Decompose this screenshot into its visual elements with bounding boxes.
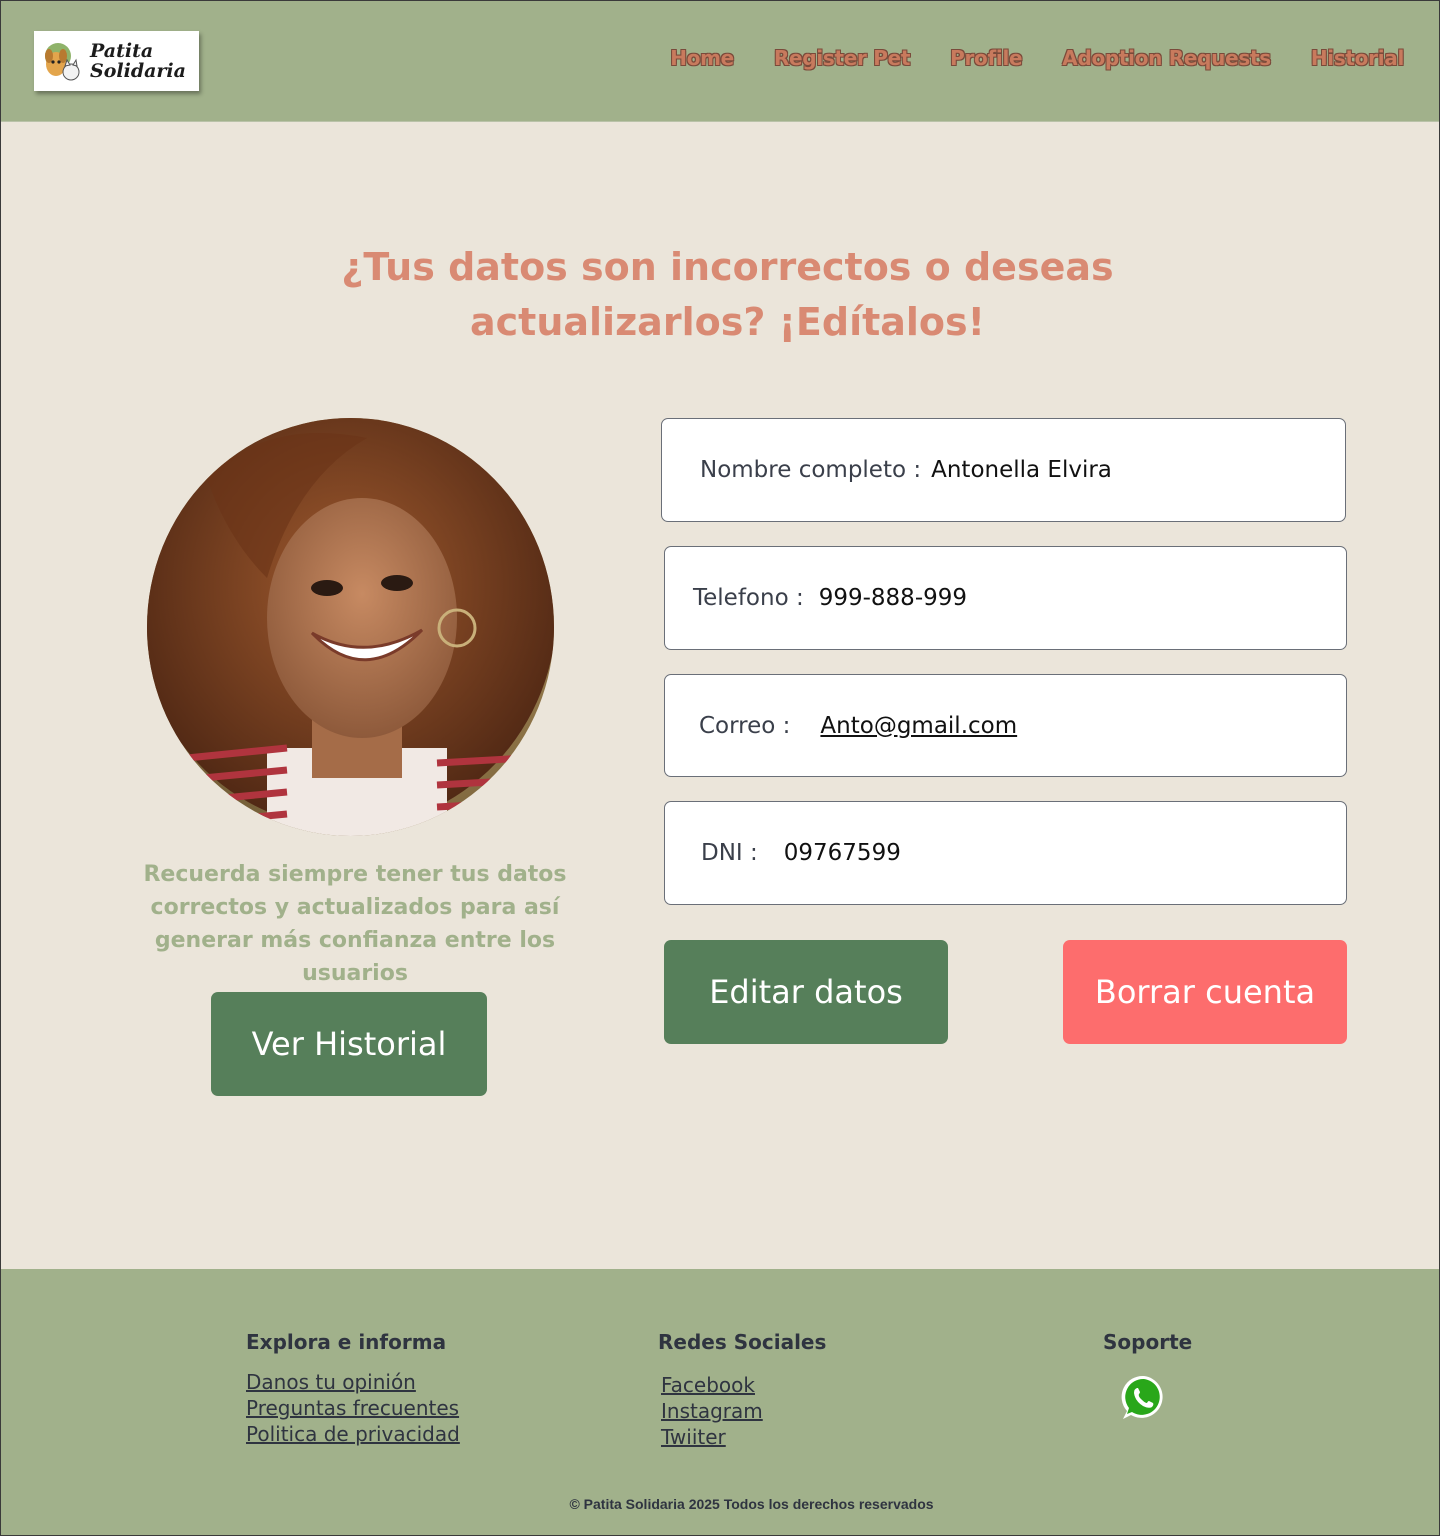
pets-logo-icon <box>45 43 80 81</box>
nav-register-pet[interactable]: Register Pet <box>774 46 910 70</box>
footer-link-instagram[interactable]: Instagram <box>661 1398 826 1424</box>
nav-historial[interactable]: Historial <box>1311 46 1404 70</box>
edit-data-button[interactable]: Editar datos <box>664 940 948 1044</box>
logo-line-2: Solidaria <box>90 60 186 82</box>
reminder-text: Recuerda siempre tener tus datos correct… <box>143 862 567 986</box>
phone-field[interactable]: Telefono : 999-888-999 <box>664 546 1347 650</box>
phone-value[interactable]: 999-888-999 <box>819 585 967 611</box>
footer-explore: Explora e informa Danos tu opinión Pregu… <box>246 1330 460 1447</box>
copyright: © Patita Solidaria 2025 Todos los derech… <box>569 1496 934 1512</box>
dni-label: DNI : <box>701 840 758 866</box>
main-nav: Home Register Pet Profile Adoption Reque… <box>670 46 1404 70</box>
phone-label: Telefono : <box>693 585 804 611</box>
delete-account-button[interactable]: Borrar cuenta <box>1063 940 1347 1044</box>
top-header: Patita Solidaria Home Register Pet Profi… <box>0 0 1440 122</box>
logo-line-1: Patita <box>90 40 154 62</box>
page-title: ¿Tus datos son incorrectos o deseas actu… <box>341 245 1114 344</box>
name-label: Nombre completo : <box>700 457 922 483</box>
name-value[interactable]: Antonella Elvira <box>931 457 1112 483</box>
email-field[interactable]: Correo : Anto@gmail.com <box>664 674 1347 777</box>
whatsapp-icon[interactable] <box>1119 1373 1169 1423</box>
footer-support-title: Soporte <box>1103 1330 1193 1354</box>
footer-link-opinion[interactable]: Danos tu opinión <box>246 1369 460 1395</box>
footer-link-twitter[interactable]: Twiiter <box>661 1424 826 1450</box>
footer-link-facebook[interactable]: Facebook <box>661 1372 826 1398</box>
email-label: Correo : <box>699 712 791 739</box>
nav-home[interactable]: Home <box>670 46 734 70</box>
dni-value[interactable]: 09767599 <box>784 840 901 866</box>
profile-photo-image <box>147 418 554 836</box>
footer-support: Soporte <box>1103 1330 1192 1354</box>
view-history-button[interactable]: Ver Historial <box>211 992 487 1096</box>
logo-text: Patita Solidaria <box>90 41 186 81</box>
footer-social-title: Redes Sociales <box>658 1330 827 1354</box>
dni-field[interactable]: DNI : 09767599 <box>664 801 1347 905</box>
logo[interactable]: Patita Solidaria <box>34 31 199 91</box>
nav-profile[interactable]: Profile <box>950 46 1022 70</box>
footer-link-faq[interactable]: Preguntas frecuentes <box>246 1395 460 1421</box>
footer-social: Redes Sociales Facebook Instagram Twiite… <box>658 1330 826 1450</box>
profile-photo <box>147 418 554 836</box>
footer-link-privacy[interactable]: Politica de privacidad <box>246 1421 460 1447</box>
nav-adoption-requests[interactable]: Adoption Requests <box>1062 46 1271 70</box>
footer-explore-title: Explora e informa <box>246 1330 447 1354</box>
name-field[interactable]: Nombre completo : Antonella Elvira <box>661 418 1346 522</box>
email-value[interactable]: Anto@gmail.com <box>820 713 1017 739</box>
